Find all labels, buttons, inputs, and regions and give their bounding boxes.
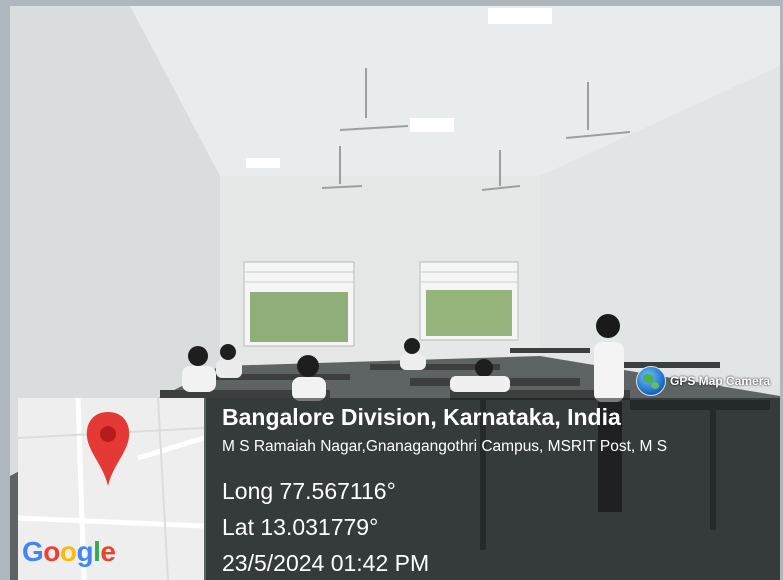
- gps-map-camera-badge: GPS Map Camera: [636, 366, 770, 396]
- google-logo: Google: [22, 536, 116, 567]
- location-address: M S Ramaiah Nagar,Gnanagangothri Campus,…: [222, 438, 668, 455]
- location-info-panel: Bangalore Division, Karnataka, India M S…: [206, 398, 780, 580]
- latitude-readout: Lat 13.031779°: [222, 514, 379, 540]
- longitude-readout: Long 77.567116°: [222, 478, 396, 504]
- location-title: Bangalore Division, Karnataka, India: [222, 404, 621, 430]
- timestamp-readout: 23/5/2024 01:42 PM: [222, 550, 430, 576]
- map-thumbnail: Google: [18, 398, 204, 580]
- globe-icon: [636, 366, 666, 396]
- badge-label: GPS Map Camera: [670, 374, 771, 388]
